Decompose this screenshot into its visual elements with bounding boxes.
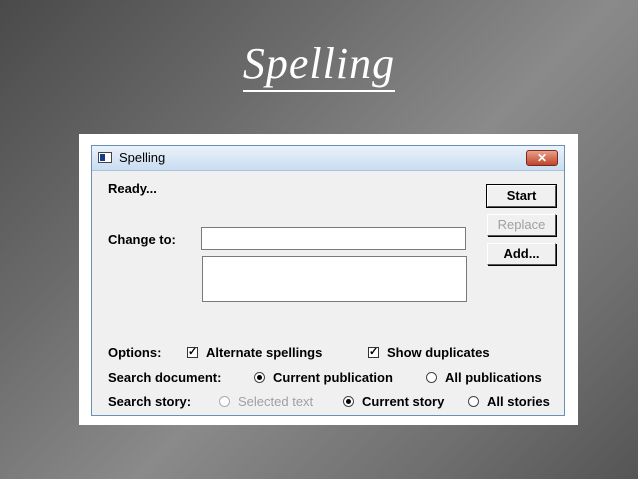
status-text: Ready... [108,181,157,196]
add-button[interactable]: Add... [487,243,556,265]
all-stories-label[interactable]: All stories [487,394,550,409]
close-button[interactable]: ✕ [526,150,558,166]
window-icon [98,152,112,163]
show-duplicates-label[interactable]: Show duplicates [387,345,490,360]
search-document-label: Search document: [108,370,222,385]
options-label: Options: [108,345,162,360]
current-publication-label[interactable]: Current publication [273,370,393,385]
selected-text-label[interactable]: Selected text [238,394,313,409]
selected-text-radio[interactable] [219,396,230,407]
current-publication-radio[interactable] [254,372,265,383]
change-to-input[interactable] [201,227,466,250]
show-duplicates-checkbox[interactable]: ✓ [368,347,379,358]
all-stories-radio[interactable] [468,396,479,407]
start-button[interactable]: Start [486,184,557,208]
all-publications-label[interactable]: All publications [445,370,542,385]
alternate-spellings-label[interactable]: Alternate spellings [206,345,322,360]
spelling-dialog: Spelling ✕ Ready... Change to: Start Rep… [91,145,565,416]
change-to-label: Change to: [108,232,176,247]
all-publications-radio[interactable] [426,372,437,383]
search-story-label: Search story: [108,394,192,409]
slide-title: Spelling [0,38,638,92]
replace-button[interactable]: Replace [487,214,556,236]
dialog-title: Spelling [119,150,166,165]
current-story-label[interactable]: Current story [362,394,444,409]
suggestions-list[interactable] [202,256,467,302]
dialog-titlebar[interactable]: Spelling ✕ [92,146,564,171]
current-story-radio[interactable] [343,396,354,407]
alternate-spellings-checkbox[interactable]: ✓ [187,347,198,358]
